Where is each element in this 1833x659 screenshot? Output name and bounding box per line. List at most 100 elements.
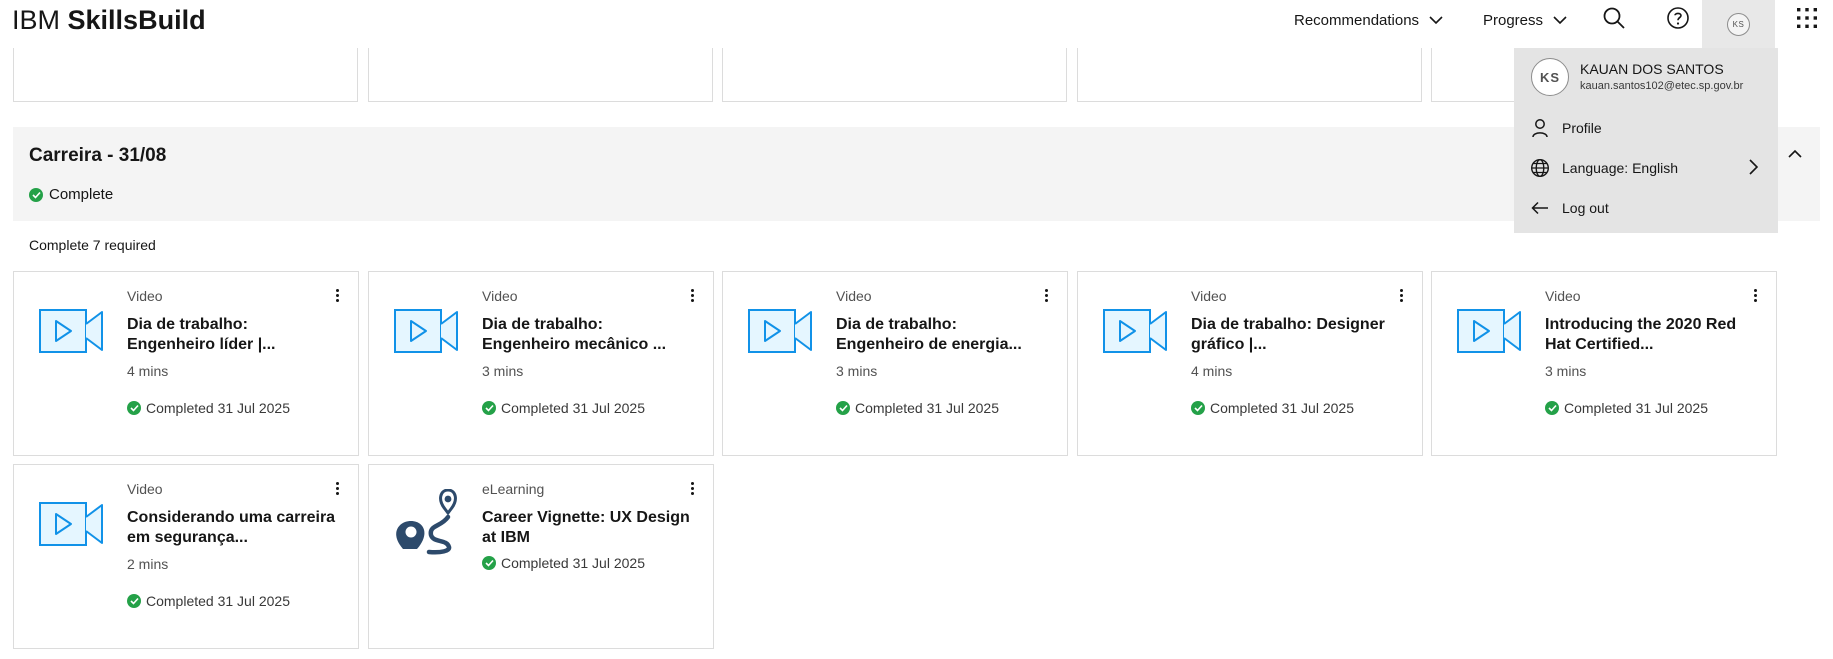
brand-logo[interactable]: IBM SkillsBuild: [12, 5, 206, 35]
top-header: IBM SkillsBuild Recommendations Progress…: [0, 0, 1833, 48]
help-button[interactable]: [1650, 0, 1706, 40]
learning-card[interactable]: eLearning Career Vignette: UX Design at …: [368, 464, 714, 649]
card-type: eLearning: [482, 481, 545, 497]
section-status-label: Complete: [49, 186, 114, 203]
arrow-left-icon: [1530, 198, 1550, 218]
checkmark-icon: [127, 401, 141, 415]
card-type: Video: [836, 288, 872, 304]
card-duration: 3 mins: [836, 363, 878, 379]
account-name: KAUAN DOS SANTOS: [1580, 61, 1724, 77]
account-button[interactable]: KS: [1702, 0, 1775, 48]
learning-card[interactable]: Video Dia de trabalho: Engenheiro mecâni…: [368, 271, 714, 456]
card-partial[interactable]: [722, 40, 1067, 102]
help-icon: [1666, 6, 1690, 35]
card-title[interactable]: Introducing the 2020 Red Hat Certified..…: [1545, 315, 1755, 355]
card-type: Video: [127, 481, 163, 497]
globe-icon: [1530, 158, 1550, 178]
chevron-right-icon: [1749, 159, 1759, 178]
chevron-down-icon: [1553, 15, 1567, 25]
checkmark-icon: [482, 401, 496, 415]
section-title: Carreira - 31/08: [29, 145, 167, 166]
menu-item-label: Log out: [1562, 200, 1609, 216]
card-duration: 2 mins: [127, 556, 169, 572]
card-partial[interactable]: [368, 40, 713, 102]
checkmark-icon: [29, 187, 43, 202]
overflow-menu-icon[interactable]: [1748, 284, 1762, 306]
card-type: Video: [127, 288, 163, 304]
card-title[interactable]: Dia de trabalho: Engenheiro líder |...: [127, 315, 337, 355]
card-completed: Completed 31 Jul 2025: [127, 593, 290, 609]
card-title[interactable]: Dia de trabalho: Designer gráfico |...: [1191, 315, 1401, 355]
chevron-up-icon[interactable]: [1788, 145, 1802, 163]
chevron-down-icon: [1429, 15, 1443, 25]
card-completed-label: Completed 31 Jul 2025: [501, 400, 645, 416]
location-path-icon: [391, 488, 461, 555]
overflow-menu-icon[interactable]: [1039, 284, 1053, 306]
card-type: Video: [1191, 288, 1227, 304]
card-type: Video: [482, 288, 518, 304]
card-title[interactable]: Dia de trabalho: Engenheiro mecânico ...: [482, 315, 692, 355]
card-duration: 4 mins: [1191, 363, 1233, 379]
overflow-menu-icon[interactable]: [685, 284, 699, 306]
card-title[interactable]: Career Vignette: UX Design at IBM: [482, 508, 692, 548]
search-icon: [1602, 6, 1626, 35]
card-completed-label: Completed 31 Jul 2025: [855, 400, 999, 416]
app-switcher-button[interactable]: [1779, 0, 1833, 40]
avatar: KS: [1531, 58, 1569, 96]
card-duration: 3 mins: [1545, 363, 1587, 379]
card-completed-label: Completed 31 Jul 2025: [1564, 400, 1708, 416]
nav-progress[interactable]: Progress: [1483, 0, 1567, 40]
card-title[interactable]: Considerando uma carreira em segurança..…: [127, 508, 337, 548]
checkmark-icon: [836, 401, 850, 415]
learning-card[interactable]: Video Introducing the 2020 Red Hat Certi…: [1431, 271, 1777, 456]
user-icon: [1530, 118, 1550, 138]
overflow-menu-icon[interactable]: [330, 477, 344, 499]
card-completed-label: Completed 31 Jul 2025: [146, 593, 290, 609]
card-completed: Completed 31 Jul 2025: [482, 400, 645, 416]
video-icon: [38, 306, 106, 356]
overflow-menu-icon[interactable]: [1394, 284, 1408, 306]
card-duration: 3 mins: [482, 363, 524, 379]
menu-item-profile[interactable]: Profile: [1514, 108, 1778, 148]
card-completed-label: Completed 31 Jul 2025: [146, 400, 290, 416]
learning-card[interactable]: Video Dia de trabalho: Engenheiro de ene…: [722, 271, 1068, 456]
checkmark-icon: [127, 594, 141, 608]
video-icon: [1102, 306, 1170, 356]
card-completed: Completed 31 Jul 2025: [482, 555, 645, 571]
brand-skillsbuild: SkillsBuild: [67, 5, 206, 35]
card-title[interactable]: Dia de trabalho: Engenheiro de energia..…: [836, 315, 1046, 355]
video-icon: [1456, 306, 1524, 356]
checkmark-icon: [1191, 401, 1205, 415]
card-partial[interactable]: [13, 40, 358, 102]
learning-card[interactable]: Video Considerando uma carreira em segur…: [13, 464, 359, 649]
card-completed-label: Completed 31 Jul 2025: [1210, 400, 1354, 416]
card-completed: Completed 31 Jul 2025: [1545, 400, 1708, 416]
search-button[interactable]: [1586, 0, 1642, 40]
nav-recommendations[interactable]: Recommendations: [1294, 0, 1443, 40]
video-icon: [393, 306, 461, 356]
card-type: Video: [1545, 288, 1581, 304]
account-email: kauan.santos102@etec.sp.gov.br: [1580, 80, 1744, 92]
menu-item-language[interactable]: Language: English: [1514, 148, 1778, 188]
learning-card[interactable]: Video Dia de trabalho: Designer gráfico …: [1077, 271, 1423, 456]
overflow-menu-icon[interactable]: [330, 284, 344, 306]
avatar: KS: [1727, 12, 1750, 36]
learning-card[interactable]: Video Dia de trabalho: Engenheiro líder …: [13, 271, 359, 456]
card-completed: Completed 31 Jul 2025: [127, 400, 290, 416]
checkmark-icon: [1545, 401, 1559, 415]
required-count: Complete 7 required: [29, 237, 156, 253]
menu-item-label: Language: English: [1562, 160, 1678, 176]
card-duration: 4 mins: [127, 363, 169, 379]
nav-progress-label: Progress: [1483, 11, 1544, 29]
account-menu: KS KAUAN DOS SANTOS kauan.santos102@etec…: [1514, 48, 1778, 233]
card-completed-label: Completed 31 Jul 2025: [501, 555, 645, 571]
checkmark-icon: [482, 556, 496, 570]
video-icon: [747, 306, 815, 356]
menu-item-label: Profile: [1562, 120, 1602, 136]
menu-item-logout[interactable]: Log out: [1514, 188, 1778, 228]
card-completed: Completed 31 Jul 2025: [1191, 400, 1354, 416]
brand-ibm: IBM: [12, 5, 61, 35]
card-partial[interactable]: [1077, 40, 1422, 102]
video-icon: [38, 499, 106, 549]
overflow-menu-icon[interactable]: [685, 477, 699, 499]
